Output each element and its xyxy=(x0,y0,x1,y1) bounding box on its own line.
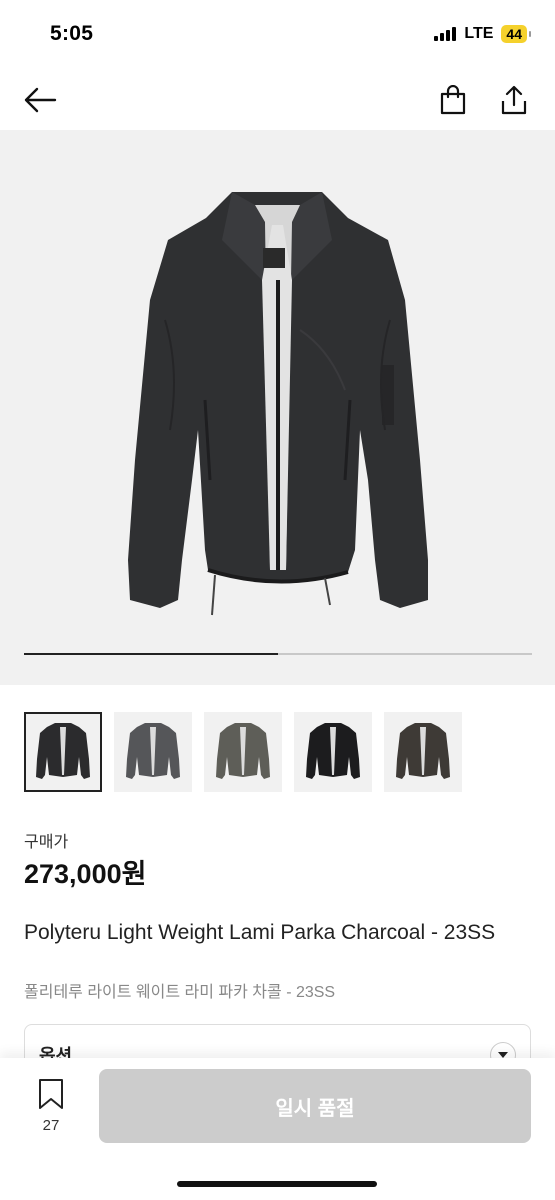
status-indicators: LTE 44 xyxy=(434,25,531,43)
thumbnail-3[interactable] xyxy=(204,712,282,792)
network-type: LTE xyxy=(464,25,494,42)
jacket-thumbnail-image xyxy=(306,723,360,779)
thumbnail-strip xyxy=(24,712,462,792)
jacket-thumbnail-image xyxy=(396,723,450,779)
bottom-action-bar: 27 일시 품절 xyxy=(0,1058,555,1200)
product-title-en: Polyteru Light Weight Lami Parka Charcoa… xyxy=(24,921,496,944)
bookmark-icon xyxy=(39,1079,63,1109)
share-button[interactable] xyxy=(494,80,534,120)
gallery-progress xyxy=(24,653,532,655)
jacket-thumbnail-image xyxy=(216,723,270,779)
product-image-gallery[interactable] xyxy=(0,130,555,685)
thumbnail-2[interactable] xyxy=(114,712,192,792)
back-button[interactable] xyxy=(20,80,60,120)
price: 273,000원 xyxy=(24,859,147,889)
sold-out-button[interactable]: 일시 품절 xyxy=(99,1069,531,1143)
arrow-left-icon xyxy=(24,87,57,113)
jacket-thumbnail-image xyxy=(126,723,180,779)
wishlist-button[interactable]: 27 xyxy=(26,1078,76,1134)
shopping-bag-icon xyxy=(440,85,466,115)
jacket-thumbnail-image xyxy=(36,723,90,779)
gallery-progress-fill xyxy=(24,653,278,655)
home-indicator xyxy=(177,1181,377,1187)
status-time: 5:05 xyxy=(50,22,94,45)
wishlist-count: 27 xyxy=(42,1117,60,1134)
price-label: 구매가 xyxy=(24,834,69,851)
jacket-image xyxy=(128,192,428,616)
product-title-ko: 폴리테루 라이트 웨이트 라미 파카 차콜 - 23SS xyxy=(24,984,336,1001)
status-bar: 5:05 LTE 44 xyxy=(0,0,555,70)
shopping-bag-button[interactable] xyxy=(433,80,473,120)
thumbnail-1[interactable] xyxy=(24,712,102,792)
share-icon xyxy=(501,85,527,115)
thumbnail-4[interactable] xyxy=(294,712,372,792)
signal-icon xyxy=(434,27,457,41)
thumbnail-5[interactable] xyxy=(384,712,462,792)
battery-icon: 44 xyxy=(501,25,531,43)
nav-bar xyxy=(0,70,555,130)
